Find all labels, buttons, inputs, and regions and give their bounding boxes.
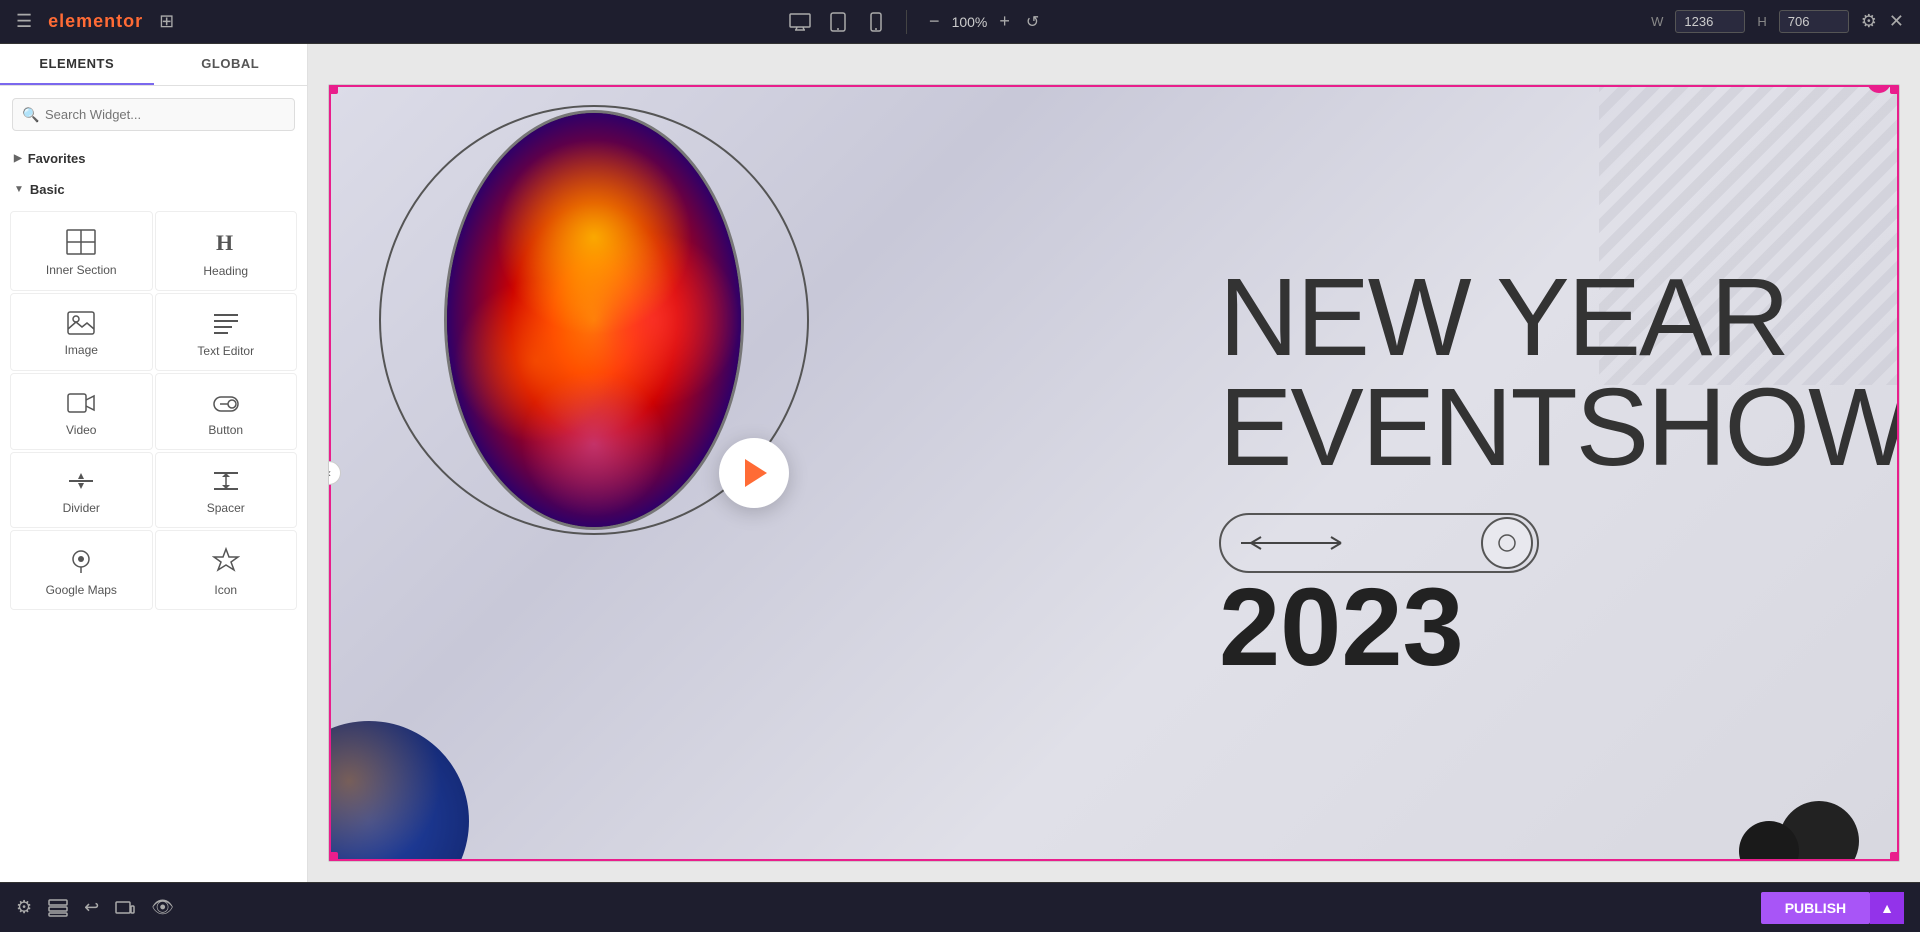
ny-title-line2: EVENTSHOW: [1219, 373, 1859, 483]
blue-circle: [328, 721, 469, 862]
ny-title-line1: NEW YEAR: [1219, 263, 1859, 373]
basic-label: Basic: [30, 182, 65, 197]
favorites-section-header[interactable]: ▶ Favorites: [0, 143, 307, 174]
widget-spacer[interactable]: Spacer: [155, 452, 298, 529]
height-input[interactable]: [1779, 10, 1849, 33]
top-bar: ☰ elementor ⊞ − 100% + ↺ W H ⚙ ✕: [0, 0, 1920, 44]
divider-icon: [67, 469, 95, 494]
widget-image[interactable]: Image: [10, 293, 153, 371]
search-icon: 🔍: [22, 106, 39, 123]
icon-label: Icon: [214, 583, 237, 597]
inner-section-label: Inner Section: [46, 263, 117, 277]
sidebar-tabs: ELEMENTS GLOBAL: [0, 44, 307, 86]
widget-heading[interactable]: H Heading: [155, 211, 298, 291]
width-input[interactable]: [1675, 10, 1745, 33]
app-logo: elementor: [48, 11, 143, 32]
hamburger-menu-icon[interactable]: ☰: [16, 11, 32, 32]
zoom-level: 100%: [952, 14, 988, 30]
desktop-icon[interactable]: [786, 8, 814, 36]
responsive-icon[interactable]: [115, 897, 135, 918]
settings-icon[interactable]: ⚙: [1861, 11, 1877, 32]
canvas-area[interactable]: NEW YEAR EVENTSHOW 2023: [308, 44, 1920, 882]
publish-expand-button[interactable]: ▲: [1870, 892, 1904, 924]
arrow-control: [1219, 513, 1539, 573]
oval-frame: [444, 110, 744, 530]
ny-text-area: NEW YEAR EVENTSHOW 2023: [1179, 85, 1899, 861]
ny-year: 2023: [1219, 573, 1859, 683]
basic-arrow-icon: ▼: [14, 184, 24, 195]
arrow-circle: [1481, 517, 1533, 569]
zoom-controls: − 100% + ↺: [923, 9, 1039, 34]
top-bar-center: − 100% + ↺: [174, 8, 1651, 36]
svg-text:H: H: [216, 230, 233, 255]
icon-widget-icon: [212, 547, 240, 575]
publish-area: PUBLISH ▲: [1761, 892, 1904, 924]
widget-icon[interactable]: Icon: [155, 530, 298, 610]
heading-label: Heading: [203, 264, 248, 278]
spacer-label: Spacer: [207, 501, 245, 515]
close-icon[interactable]: ✕: [1889, 11, 1904, 32]
video-label: Video: [66, 423, 96, 437]
ny-title: NEW YEAR EVENTSHOW: [1219, 263, 1859, 483]
zoom-out-button[interactable]: −: [923, 9, 946, 34]
height-label: H: [1757, 14, 1766, 29]
zoom-in-button[interactable]: +: [993, 9, 1016, 34]
tablet-icon[interactable]: [824, 8, 852, 36]
history-icon[interactable]: ↩: [84, 897, 99, 918]
image-icon: [67, 311, 95, 336]
canvas-content: NEW YEAR EVENTSHOW 2023: [328, 84, 1900, 862]
top-bar-right: W H ⚙ ✕: [1651, 10, 1904, 33]
video-icon: [67, 390, 95, 415]
inner-section-icon: [66, 229, 96, 255]
tab-global[interactable]: GLOBAL: [154, 44, 308, 85]
divider-label: Divider: [63, 501, 100, 515]
sidebar: ELEMENTS GLOBAL 🔍 ▶ Favorites ▼ Basic In…: [0, 44, 308, 882]
text-editor-label: Text Editor: [197, 344, 254, 358]
play-triangle-icon: [745, 459, 767, 487]
widget-google-maps[interactable]: Google Maps: [10, 530, 153, 610]
image-label: Image: [65, 343, 98, 357]
widget-divider[interactable]: Divider: [10, 452, 153, 529]
button-label: Button: [208, 423, 243, 437]
device-icons: [786, 8, 890, 36]
search-widget: 🔍: [12, 98, 295, 131]
layers-icon[interactable]: [48, 897, 68, 918]
widget-video[interactable]: Video: [10, 373, 153, 450]
button-icon: [212, 390, 240, 415]
bottom-bar-left: ⚙ ↩ 👁: [16, 897, 174, 918]
play-button[interactable]: [719, 438, 789, 508]
basic-section-header[interactable]: ▼ Basic: [0, 174, 307, 205]
widget-inner-section[interactable]: Inner Section: [10, 211, 153, 291]
mobile-icon[interactable]: [862, 8, 890, 36]
preview-icon[interactable]: 👁: [151, 897, 174, 918]
arrow-track: [1219, 513, 1539, 573]
separator: [906, 10, 907, 34]
widget-text-editor[interactable]: Text Editor: [155, 293, 298, 371]
ny-year-text: 2023: [1219, 573, 1464, 683]
publish-button[interactable]: PUBLISH: [1761, 892, 1870, 924]
google-maps-label: Google Maps: [46, 583, 117, 597]
widgets-grid: Inner Section H Heading Image: [0, 205, 307, 616]
tab-elements[interactable]: ELEMENTS: [0, 44, 154, 85]
zoom-reset-icon[interactable]: ↺: [1026, 12, 1039, 32]
bottom-bar: ⚙ ↩ 👁 PUBLISH ▲: [0, 882, 1920, 932]
fireworks-image: [447, 113, 741, 527]
settings-bottom-icon[interactable]: ⚙: [16, 897, 32, 918]
arrow-line: [1241, 533, 1517, 553]
top-bar-left: ☰ elementor ⊞: [16, 11, 174, 32]
google-maps-icon: [67, 547, 95, 575]
widget-button[interactable]: Button: [155, 373, 298, 450]
width-label: W: [1651, 14, 1663, 29]
heading-icon: H: [212, 228, 240, 256]
main-layout: ELEMENTS GLOBAL 🔍 ▶ Favorites ▼ Basic In…: [0, 44, 1920, 882]
search-input[interactable]: [12, 98, 295, 131]
favorites-arrow-icon: ▶: [14, 153, 22, 164]
spacer-icon: [212, 469, 240, 494]
grid-icon[interactable]: ⊞: [159, 11, 174, 32]
text-editor-icon: [212, 310, 240, 336]
favorites-label: Favorites: [28, 151, 86, 166]
